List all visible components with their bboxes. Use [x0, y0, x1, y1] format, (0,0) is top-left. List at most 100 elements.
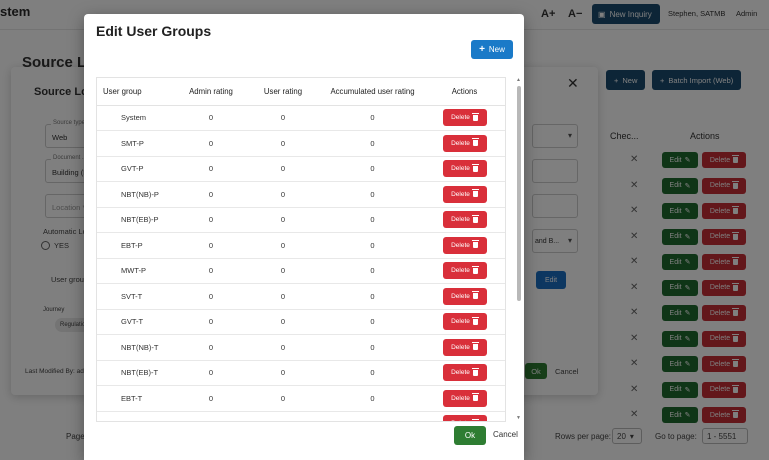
table-row: GVT-P 0 0 0 Delete	[97, 156, 505, 182]
user-rating-cell: 0	[243, 283, 323, 310]
actions-cell: Delete	[422, 334, 505, 361]
delete-button[interactable]: Delete	[442, 185, 487, 203]
delete-button[interactable]: Delete	[442, 134, 487, 152]
delete-button[interactable]: Delete	[442, 160, 487, 178]
accumulated-rating-cell: 0	[323, 334, 422, 361]
delete-label: Delete	[451, 139, 470, 147]
user-rating-cell: 0	[243, 385, 323, 412]
table-scrollbar[interactable]: ▲ ▼	[516, 77, 522, 422]
user-rating-cell: 0	[243, 105, 323, 131]
user-group-cell: GVT-P	[97, 156, 179, 182]
delete-button[interactable]: Delete	[442, 211, 487, 229]
admin-rating-cell: 0	[179, 258, 243, 284]
user-group-cell: SMT-P	[97, 130, 179, 157]
table-row: EBT-P 0 0 0 Delete	[97, 232, 505, 259]
trash-icon	[471, 112, 479, 121]
delete-label: Delete	[451, 190, 470, 198]
trash-icon	[471, 189, 479, 198]
user-rating-cell: 0	[243, 258, 323, 284]
table-row: SMT-P 0 0 0 Delete	[97, 130, 505, 157]
user-group-cell: NBT(EB)-T	[97, 360, 179, 386]
user-rating-cell: 0	[243, 232, 323, 259]
actions-cell: Delete	[422, 156, 505, 182]
accumulated-rating-cell: 0	[323, 309, 422, 335]
delete-label: Delete	[451, 369, 470, 377]
column-accumulated-rating: Accumulated user rating	[323, 78, 422, 106]
trash-icon	[471, 316, 479, 325]
table-row: MWT-T000Delete	[97, 411, 505, 421]
user-group-cell: EBT-T	[97, 385, 179, 412]
delete-button[interactable]: Delete	[442, 364, 487, 382]
cancel-button[interactable]: Cancel	[493, 430, 518, 439]
user-group-cell: SVT-T	[97, 283, 179, 310]
user-groups-table-container: User group Admin rating User rating Accu…	[96, 77, 506, 422]
admin-rating-cell: 0	[179, 309, 243, 335]
admin-rating-cell: 0	[179, 411, 243, 421]
user-group-cell: NBT(EB)-P	[97, 207, 179, 233]
admin-rating-cell: 0	[179, 334, 243, 361]
ok-button[interactable]: Ok	[454, 426, 486, 445]
actions-cell: Delete	[422, 105, 505, 131]
table-row: MWT-P 0 0 0 Delete	[97, 258, 505, 284]
table-row: GVT-T 0 0 0 Delete	[97, 309, 505, 335]
admin-rating-cell: 0	[179, 360, 243, 386]
delete-button[interactable]: Delete	[442, 287, 487, 305]
trash-icon	[471, 214, 479, 223]
user-rating-cell: 0	[243, 360, 323, 386]
delete-button[interactable]: Delete	[442, 415, 487, 421]
accumulated-rating-cell: 0	[323, 360, 422, 386]
admin-rating-cell: 0	[179, 232, 243, 259]
trash-icon	[471, 138, 479, 147]
accumulated-rating-cell: 0	[323, 105, 422, 131]
column-user-group: User group	[97, 78, 179, 106]
actions-cell: Delete	[422, 385, 505, 412]
scroll-up-icon[interactable]: ▲	[516, 77, 521, 83]
dialog-title: Edit User Groups	[96, 23, 212, 39]
table-header-row: User group Admin rating User rating Accu…	[97, 78, 505, 106]
actions-cell: Delete	[422, 360, 505, 386]
delete-label: Delete	[451, 292, 470, 300]
delete-button[interactable]: Delete	[442, 338, 487, 356]
accumulated-rating-cell: 0	[323, 181, 422, 208]
user-group-cell: NBT(NB)-P	[97, 181, 179, 208]
column-user-rating: User rating	[243, 78, 323, 106]
table-row: NBT(NB)-P 0 0 0 Delete	[97, 181, 505, 208]
user-group-cell: MWT-P	[97, 258, 179, 284]
trash-icon	[471, 418, 479, 421]
trash-icon	[471, 393, 479, 402]
column-actions: Actions	[422, 78, 505, 106]
trash-icon	[471, 342, 479, 351]
table-row: NBT(EB)-P 0 0 0 Delete	[97, 207, 505, 233]
admin-rating-cell: 0	[179, 130, 243, 157]
delete-label: Delete	[451, 394, 470, 402]
user-groups-table-body: System 0 0 0 Delete SMT-P 0 0 0 Delete GVT-P 0 0 0 Del…	[97, 105, 505, 421]
user-group-cell: System	[97, 105, 179, 131]
trash-icon	[471, 367, 479, 376]
accumulated-rating-cell: 0	[323, 411, 422, 421]
admin-rating-cell: 0	[179, 385, 243, 412]
actions-cell: Delete	[422, 130, 505, 157]
delete-button[interactable]: Delete	[442, 262, 487, 280]
new-button-label: New	[488, 45, 505, 54]
column-admin-rating: Admin rating	[179, 78, 243, 106]
scroll-down-icon[interactable]: ▼	[516, 415, 521, 421]
delete-label: Delete	[451, 241, 470, 249]
accumulated-rating-cell: 0	[323, 130, 422, 157]
actions-cell: Delete	[422, 283, 505, 310]
trash-icon	[471, 163, 479, 172]
delete-button[interactable]: Delete	[442, 236, 487, 254]
actions-cell: Delete	[422, 207, 505, 233]
user-group-cell: GVT-T	[97, 309, 179, 335]
delete-button[interactable]: Delete	[442, 313, 487, 331]
scroll-thumb[interactable]	[517, 86, 521, 301]
user-rating-cell: 0	[243, 334, 323, 361]
plus-icon: +	[479, 44, 485, 55]
delete-button[interactable]: Delete	[442, 389, 487, 407]
delete-button[interactable]: Delete	[442, 109, 487, 127]
actions-cell: Delete	[422, 258, 505, 284]
table-row: System 0 0 0 Delete	[97, 105, 505, 131]
table-row: NBT(NB)-T 0 0 0 Delete	[97, 334, 505, 361]
new-user-group-button[interactable]: + New	[471, 40, 513, 59]
admin-rating-cell: 0	[179, 181, 243, 208]
accumulated-rating-cell: 0	[323, 258, 422, 284]
